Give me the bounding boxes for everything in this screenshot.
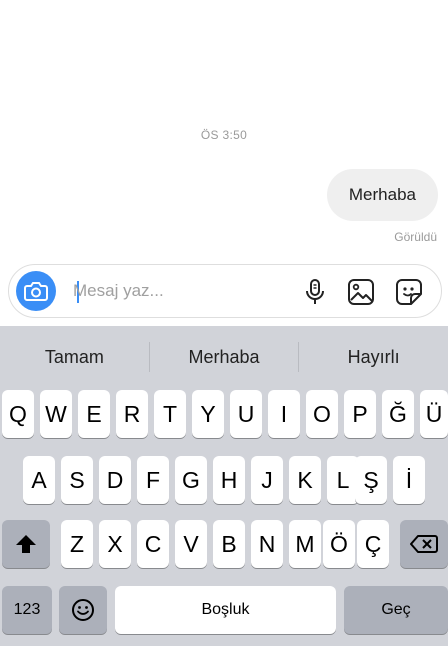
key[interactable]: T [154,390,186,438]
key[interactable]: U [230,390,262,438]
message-timestamp: ÖS 3:50 [200,128,248,142]
emoji-icon [72,599,94,621]
microphone-icon [306,279,324,304]
key[interactable]: Ğ [382,390,414,438]
key[interactable]: İ [393,456,425,504]
keyboard: Tamam Merhaba Hayırlı Q W E R T Y U I O … [0,326,448,646]
message-input[interactable] [69,277,289,305]
key[interactable]: K [289,456,321,504]
chat-thread: ÖS 3:50 Merhaba Görüldü [0,0,448,262]
key[interactable]: P [344,390,376,438]
key[interactable]: Ü [420,390,448,438]
key[interactable]: E [78,390,110,438]
key[interactable]: D [99,456,131,504]
suggestion-bar: Tamam Merhaba Hayırlı [0,326,448,388]
key[interactable]: Z [61,520,93,568]
outgoing-message-bubble[interactable]: Merhaba [326,169,438,221]
key[interactable]: G [175,456,207,504]
voice-message-button[interactable] [299,276,331,308]
key[interactable]: X [99,520,131,568]
key[interactable]: R [116,390,148,438]
gallery-button[interactable] [345,276,377,308]
backspace-key[interactable] [400,520,448,568]
backspace-icon [410,535,438,553]
shift-key[interactable] [2,520,50,568]
key[interactable]: B [213,520,245,568]
key[interactable]: M [289,520,321,568]
sticker-button[interactable] [393,276,425,308]
space-key[interactable]: Boşluk [115,586,336,634]
key[interactable]: Q [2,390,34,438]
message-text: Merhaba [348,185,416,204]
suggestion-item[interactable]: Tamam [0,347,149,368]
key[interactable]: N [251,520,283,568]
key[interactable]: V [175,520,207,568]
key[interactable]: I [268,390,300,438]
key[interactable]: Ş [355,456,387,504]
key[interactable]: S [61,456,93,504]
key[interactable]: H [213,456,245,504]
emoji-key[interactable] [59,586,107,634]
suggestion-item[interactable]: Merhaba [150,347,299,368]
seen-indicator: Görüldü [394,230,437,244]
suggestion-item[interactable]: Hayırlı [299,347,448,368]
key[interactable]: J [251,456,283,504]
camera-icon [24,282,48,301]
key[interactable]: C [137,520,169,568]
sticker-icon [396,279,422,305]
key[interactable]: F [137,456,169,504]
gallery-icon [348,279,374,305]
shift-icon [16,535,36,553]
key[interactable]: Y [192,390,224,438]
key[interactable]: A [23,456,55,504]
key[interactable]: W [40,390,72,438]
numbers-key[interactable]: 123 [2,586,52,634]
key[interactable]: Ö [323,520,355,568]
return-key[interactable]: Geç [344,586,448,634]
key[interactable]: Ç [357,520,389,568]
message-composer [8,264,442,318]
key[interactable]: O [306,390,338,438]
camera-button[interactable] [16,271,56,311]
